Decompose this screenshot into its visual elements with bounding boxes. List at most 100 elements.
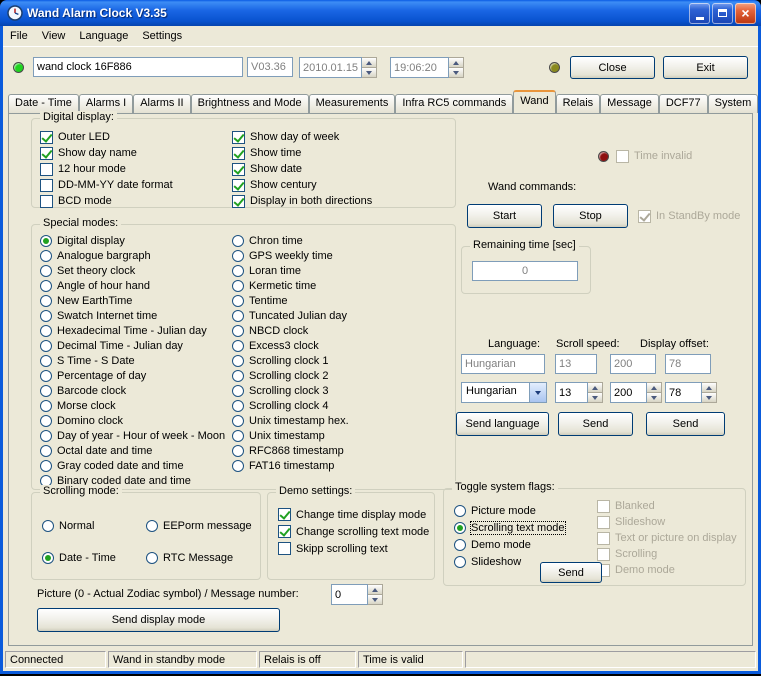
spin-up-button[interactable] [362, 57, 377, 68]
radio-set-theory-clock[interactable]: Set theory clock [40, 263, 225, 278]
tab-system[interactable]: System [707, 94, 759, 113]
radio-tentime[interactable]: Tentime [232, 293, 349, 308]
radio-scrolling-clock-3[interactable]: Scrolling clock 3 [232, 383, 349, 398]
checkbox-change-scrolling-text-mode[interactable]: Change scrolling text mode [278, 523, 429, 540]
tab-wand[interactable]: Wand [513, 90, 556, 113]
tab-measurements[interactable]: Measurements [308, 94, 396, 113]
radio-gray-coded-date-and-time[interactable]: Gray coded date and time [40, 458, 225, 473]
offset2-field[interactable] [665, 382, 702, 403]
radio-percentage-of-day[interactable]: Percentage of day [40, 368, 225, 383]
exit-button[interactable]: Exit [663, 56, 748, 79]
radio-unix-timestamp-hex[interactable]: Unix timestamp hex. [232, 413, 349, 428]
radio-rfc868-timestamp[interactable]: RFC868 timestamp [232, 443, 349, 458]
radio-s-time-s-date[interactable]: S Time - S Date [40, 353, 225, 368]
radio-unix-timestamp[interactable]: Unix timestamp [232, 428, 349, 443]
radio-demo-mode[interactable]: Demo mode [454, 536, 565, 553]
checkbox-bcd-mode[interactable]: BCD mode [40, 193, 173, 209]
minimize-button[interactable] [689, 2, 710, 24]
tab-infra-rc5-commands[interactable]: Infra RC5 commands [395, 94, 514, 113]
send-display-mode-button[interactable]: Send display mode [37, 608, 280, 632]
menu-settings[interactable]: Settings [135, 28, 189, 44]
radio-excess3-clock[interactable]: Excess3 clock [232, 338, 349, 353]
spin-down-button[interactable] [449, 68, 464, 78]
radio-decimal-time-julian-day[interactable]: Decimal Time - Julian day [40, 338, 225, 353]
offset2-spinner[interactable] [702, 382, 717, 403]
send-offset-button[interactable]: Send [646, 412, 725, 436]
radio-fat16-timestamp[interactable]: FAT16 timestamp [232, 458, 349, 473]
radio-eeporm-message[interactable]: EEPorm message [146, 518, 254, 534]
checkbox-show-time[interactable]: Show time [232, 145, 372, 161]
tab-alarms-ii[interactable]: Alarms II [133, 94, 191, 113]
radio-nbcd-clock[interactable]: NBCD clock [232, 323, 349, 338]
checkbox-show-date[interactable]: Show date [232, 161, 372, 177]
tab-brightness-and-mode[interactable]: Brightness and Mode [190, 94, 309, 113]
radio-swatch-internet-time[interactable]: Swatch Internet time [40, 308, 225, 323]
radio-digital-display[interactable]: Digital display [40, 233, 225, 248]
radio-day-of-year-hour-of-week-moon[interactable]: Day of year - Hour of week - Moon [40, 428, 225, 443]
tab-dcf77[interactable]: DCF77 [658, 94, 708, 113]
radio-angle-of-hour-hand[interactable]: Angle of hour hand [40, 278, 225, 293]
spin-up-button[interactable] [449, 57, 464, 68]
close-window-button[interactable]: × [735, 2, 756, 24]
spin-down-button[interactable] [702, 393, 717, 403]
spin-down-button[interactable] [362, 68, 377, 78]
send-language-button[interactable]: Send language [456, 412, 549, 436]
picture-number-field[interactable] [331, 584, 368, 605]
radio-scrolling-text-mode[interactable]: Scrolling text mode [454, 519, 566, 536]
send-speed-button[interactable]: Send [558, 412, 633, 436]
start-button[interactable]: Start [467, 204, 542, 228]
radio-scrolling-clock-2[interactable]: Scrolling clock 2 [232, 368, 349, 383]
offset1-field[interactable] [610, 382, 647, 403]
checkbox-show-day-name[interactable]: Show day name [40, 145, 173, 161]
radio-gps-weekly-time[interactable]: GPS weekly time [232, 248, 349, 263]
checkbox-show-century[interactable]: Show century [232, 177, 372, 193]
checkbox-show-day-of-week[interactable]: Show day of week [232, 129, 372, 145]
radio-scrolling-clock-4[interactable]: Scrolling clock 4 [232, 398, 349, 413]
radio-normal[interactable]: Normal [42, 518, 146, 534]
radio-octal-date-and-time[interactable]: Octal date and time [40, 443, 225, 458]
scroll-speed-spinner[interactable] [588, 382, 603, 403]
checkbox-outer-led[interactable]: Outer LED [40, 129, 173, 145]
radio-scrolling-clock-1[interactable]: Scrolling clock 1 [232, 353, 349, 368]
radio-hexadecimal-time-julian-day[interactable]: Hexadecimal Time - Julian day [40, 323, 225, 338]
spin-up-button[interactable] [368, 584, 383, 595]
menu-view[interactable]: View [35, 28, 73, 44]
radio-loran-time[interactable]: Loran time [232, 263, 349, 278]
radio-chron-time[interactable]: Chron time [232, 233, 349, 248]
chevron-down-icon[interactable] [529, 383, 546, 402]
radio-tuncated-julian-day[interactable]: Tuncated Julian day [232, 308, 349, 323]
spin-down-button[interactable] [368, 595, 383, 605]
radio-morse-clock[interactable]: Morse clock [40, 398, 225, 413]
offset1-spinner[interactable] [647, 382, 662, 403]
date-spinner[interactable] [362, 57, 377, 78]
radio-analogue-bargraph[interactable]: Analogue bargraph [40, 248, 225, 263]
device-name-field[interactable] [33, 57, 243, 77]
radio-domino-clock[interactable]: Domino clock [40, 413, 225, 428]
time-field[interactable] [390, 57, 449, 78]
menu-file[interactable]: File [3, 28, 35, 44]
radio-picture-mode[interactable]: Picture mode [454, 502, 565, 519]
radio-barcode-clock[interactable]: Barcode clock [40, 383, 225, 398]
checkbox-display-in-both-directions[interactable]: Display in both directions [232, 193, 372, 209]
send-flags-button[interactable]: Send [540, 562, 602, 583]
checkbox-change-time-display-mode[interactable]: Change time display mode [278, 506, 429, 523]
tab-relais[interactable]: Relais [555, 94, 601, 113]
maximize-button[interactable] [712, 2, 733, 24]
menu-language[interactable]: Language [72, 28, 135, 44]
radio-new-earthtime[interactable]: New EarthTime [40, 293, 225, 308]
picture-number-spinner[interactable] [368, 584, 383, 605]
date-field[interactable] [299, 57, 362, 78]
tab-message[interactable]: Message [600, 94, 659, 113]
spin-down-button[interactable] [647, 393, 662, 403]
radio-date-time[interactable]: Date - Time [42, 550, 146, 566]
time-spinner[interactable] [449, 57, 464, 78]
spin-up-button[interactable] [702, 382, 717, 393]
language-select[interactable]: Hungarian [461, 382, 547, 403]
close-button[interactable]: Close [570, 56, 655, 79]
checkbox-dd-mm-yy-date-format[interactable]: DD-MM-YY date format [40, 177, 173, 193]
radio-kermetic-time[interactable]: Kermetic time [232, 278, 349, 293]
scroll-speed-field[interactable] [555, 382, 588, 403]
radio-rtc-message[interactable]: RTC Message [146, 550, 254, 566]
spin-up-button[interactable] [588, 382, 603, 393]
checkbox-skipp-scrolling-text[interactable]: Skipp scrolling text [278, 540, 429, 557]
